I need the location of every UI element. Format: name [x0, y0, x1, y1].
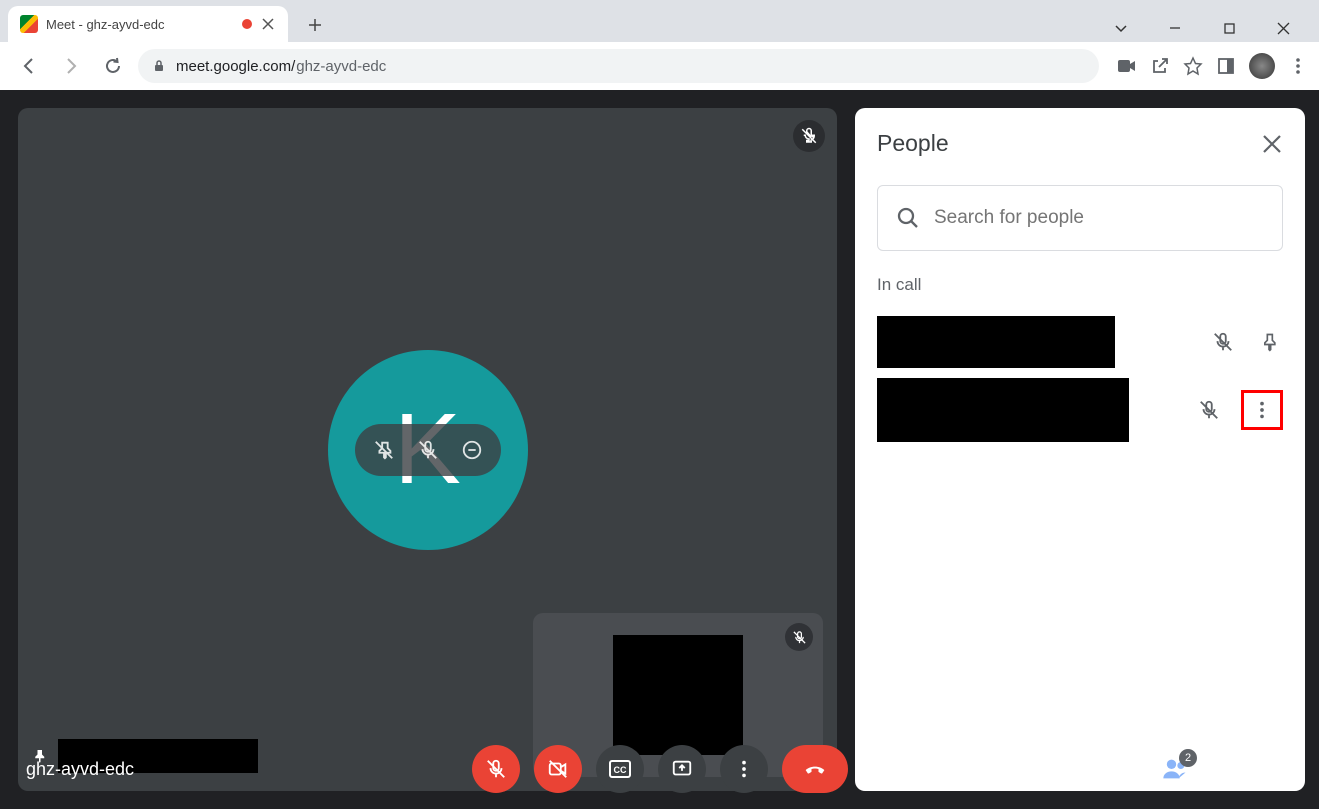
browser-menu-icon[interactable]: [1289, 57, 1307, 75]
search-people-box[interactable]: [877, 185, 1283, 251]
remove-participant-icon[interactable]: [461, 439, 483, 461]
bottom-bar: ghz-ayvd-edc CC 2: [0, 729, 1319, 809]
lock-icon: [152, 59, 166, 73]
mic-off-icon: [785, 623, 813, 651]
window-controls: [1103, 4, 1319, 42]
search-icon: [896, 206, 920, 230]
forward-button[interactable]: [54, 49, 88, 83]
maximize-button[interactable]: [1211, 14, 1247, 42]
present-button[interactable]: [658, 745, 706, 793]
call-controls: CC: [472, 745, 848, 793]
minimize-button[interactable]: [1157, 14, 1193, 42]
close-window-button[interactable]: [1265, 14, 1301, 42]
main-participant-tile[interactable]: K You: [18, 108, 837, 791]
meeting-details-button[interactable]: [1109, 756, 1135, 782]
meeting-code: ghz-ayvd-edc: [26, 759, 134, 780]
close-tab-button[interactable]: [260, 16, 276, 32]
participant-row: [877, 313, 1283, 371]
right-controls: 2: [1109, 755, 1293, 783]
more-options-button[interactable]: [1248, 399, 1276, 421]
hangup-button[interactable]: [782, 745, 848, 793]
mute-participant-icon[interactable]: [417, 439, 439, 461]
mic-toggle-button[interactable]: [472, 745, 520, 793]
chat-button[interactable]: [1215, 756, 1241, 782]
panel-title: People: [877, 130, 949, 157]
browser-tab[interactable]: Meet - ghz-ayvd-edc: [8, 6, 288, 42]
meet-app: K You People: [0, 90, 1319, 809]
captions-button[interactable]: CC: [596, 745, 644, 793]
url-domain: meet.google.com/: [176, 58, 295, 75]
section-label: In call: [877, 275, 1283, 295]
participant-name-redacted: [877, 316, 1115, 368]
tile-hover-controls: [355, 424, 501, 476]
highlighted-more-button: [1241, 390, 1283, 430]
people-button[interactable]: 2: [1161, 755, 1189, 783]
address-bar: meet.google.com/ghz-ayvd-edc: [0, 42, 1319, 90]
mic-off-icon[interactable]: [1195, 399, 1223, 421]
url-path: ghz-ayvd-edc: [296, 58, 386, 75]
people-panel: People In call: [855, 108, 1305, 791]
recording-indicator-icon: [242, 19, 252, 29]
reload-button[interactable]: [96, 49, 130, 83]
camera-toggle-button[interactable]: [534, 745, 582, 793]
star-icon[interactable]: [1183, 56, 1203, 76]
meet-favicon: [20, 15, 38, 33]
mic-off-icon: [793, 120, 825, 152]
profile-avatar[interactable]: [1249, 53, 1275, 79]
mic-off-icon[interactable]: [1209, 331, 1237, 353]
activities-button[interactable]: [1267, 756, 1293, 782]
url-field[interactable]: meet.google.com/ghz-ayvd-edc: [138, 49, 1099, 83]
reading-list-icon[interactable]: [1217, 57, 1235, 75]
back-button[interactable]: [12, 49, 46, 83]
pin-icon[interactable]: [1255, 332, 1283, 352]
search-people-input[interactable]: [934, 207, 1264, 229]
close-panel-button[interactable]: [1261, 133, 1283, 155]
video-area: K You: [0, 90, 855, 809]
browser-chrome: Meet - ghz-ayvd-edc meet.google.com/ghz-…: [0, 0, 1319, 90]
chevron-down-icon[interactable]: [1103, 14, 1139, 42]
tab-title: Meet - ghz-ayvd-edc: [46, 17, 165, 32]
more-options-button[interactable]: [720, 745, 768, 793]
participant-name-redacted: [877, 378, 1129, 442]
participant-row: [877, 381, 1283, 439]
people-count-badge: 2: [1179, 749, 1197, 767]
svg-text:CC: CC: [613, 765, 626, 775]
share-icon[interactable]: [1151, 57, 1169, 75]
new-tab-button[interactable]: [300, 10, 330, 40]
tab-bar: Meet - ghz-ayvd-edc: [0, 0, 1319, 42]
camera-icon[interactable]: [1117, 58, 1137, 74]
unpin-icon[interactable]: [373, 439, 395, 461]
